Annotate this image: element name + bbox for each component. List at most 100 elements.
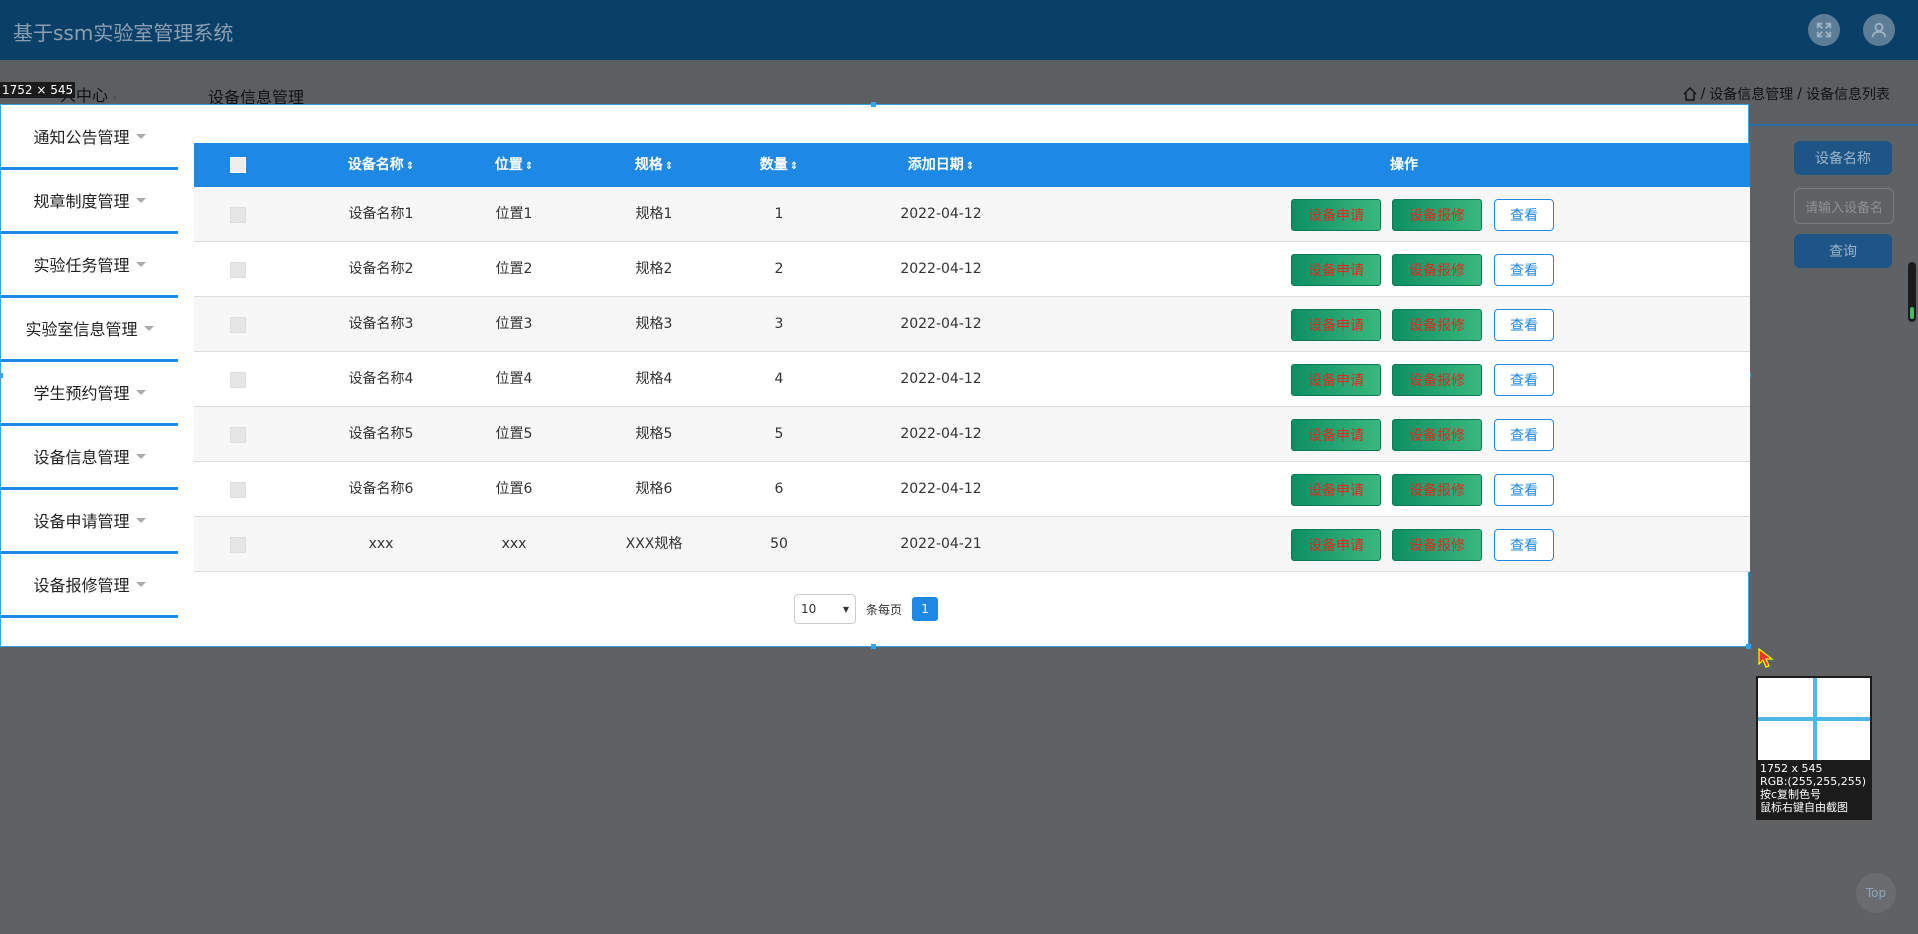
caret-down-icon — [135, 389, 146, 395]
app-title: 基于ssm实验室管理系统 — [13, 21, 234, 45]
row-checkbox[interactable] — [230, 372, 246, 388]
magnifier-view — [1758, 678, 1870, 760]
view-button[interactable]: 查看 — [1494, 529, 1554, 561]
resize-handle[interactable] — [871, 644, 876, 649]
repair-equipment-button[interactable]: 设备报修 — [1392, 364, 1482, 396]
home-icon[interactable] — [1683, 87, 1697, 101]
sort-icon: ⇕ — [664, 161, 674, 172]
table-row: 设备名称6 位置6 规格6 6 2022-04-12 设备申请 设备报修 查看 — [194, 462, 1750, 517]
back-to-top-button[interactable]: Top — [1856, 873, 1896, 913]
breadcrumb: / 设备信息管理 / 设备信息列表 — [1683, 84, 1890, 104]
cell-spec: XXX规格 — [625, 536, 683, 552]
repair-equipment-button[interactable]: 设备报修 — [1392, 419, 1482, 451]
col-header-location[interactable]: 位置 ⇕ — [484, 143, 544, 187]
breadcrumb-item-equipment[interactable]: 设备信息管理 — [1709, 84, 1793, 104]
apply-equipment-button[interactable]: 设备申请 — [1291, 199, 1381, 231]
cell-name: xxx — [368, 536, 394, 552]
apply-equipment-button[interactable]: 设备申请 — [1291, 529, 1381, 561]
view-button[interactable]: 查看 — [1494, 309, 1554, 341]
col-header-date[interactable]: 添加日期 ⇕ — [894, 143, 988, 187]
magnifier-tooltip: 1752 x 545 RGB:(255,255,255) 按c复制色号 鼠标右键… — [1756, 676, 1872, 820]
repair-equipment-button[interactable]: 设备报修 — [1392, 199, 1482, 231]
fullscreen-icon[interactable] — [1808, 14, 1840, 46]
table-row: 设备名称3 位置3 规格3 3 2022-04-12 设备申请 设备报修 查看 — [194, 297, 1750, 352]
cell-location: 位置1 — [495, 206, 533, 222]
cell-qty: 50 — [770, 536, 788, 552]
repair-equipment-button[interactable]: 设备报修 — [1392, 254, 1482, 286]
apply-equipment-button[interactable]: 设备申请 — [1291, 309, 1381, 341]
table-row: 设备名称5 位置5 规格5 5 2022-04-12 设备申请 设备报修 查看 — [194, 407, 1750, 462]
selected-panel: 通知公告管理 规章制度管理 实验任务管理 实验室信息管理 学生预约管理 设备信息… — [0, 102, 1751, 649]
apply-equipment-button[interactable]: 设备申请 — [1291, 474, 1381, 506]
name-filter-button[interactable]: 设备名称 — [1794, 141, 1892, 175]
cell-name: 设备名称6 — [348, 481, 414, 497]
search-input[interactable]: 请输入设备名 — [1794, 188, 1894, 224]
view-button[interactable]: 查看 — [1494, 199, 1554, 231]
cell-date: 2022-04-12 — [900, 371, 982, 387]
col-header-name[interactable]: 设备名称 ⇕ — [334, 143, 428, 187]
sidebar-item-apply[interactable]: 设备申请管理 — [1, 489, 178, 554]
row-checkbox[interactable] — [230, 427, 246, 443]
sidebar-item-lab-info[interactable]: 实验室信息管理 — [1, 297, 178, 362]
sidebar-item-reservation[interactable]: 学生预约管理 — [1, 361, 178, 426]
cell-location: 位置6 — [495, 481, 533, 497]
query-button[interactable]: 查询 — [1794, 234, 1892, 268]
cell-date: 2022-04-12 — [900, 261, 982, 277]
sidebar-item-equipment[interactable]: 设备信息管理 — [1, 425, 178, 490]
view-button[interactable]: 查看 — [1494, 254, 1554, 286]
row-checkbox[interactable] — [230, 317, 246, 333]
cell-location: xxx — [501, 536, 527, 552]
cell-spec: 规格5 — [635, 426, 673, 442]
row-checkbox[interactable] — [230, 537, 246, 553]
page-button-current[interactable]: 1 — [912, 597, 939, 621]
per-page-label: 条每页 — [866, 602, 903, 617]
row-checkbox[interactable] — [230, 482, 246, 498]
magnifier-rgb: RGB:(255,255,255) — [1760, 775, 1866, 788]
view-button[interactable]: 查看 — [1494, 419, 1554, 451]
apply-equipment-button[interactable]: 设备申请 — [1291, 364, 1381, 396]
select-all-checkbox[interactable] — [230, 157, 246, 173]
repair-equipment-button[interactable]: 设备报修 — [1392, 309, 1482, 341]
caret-down-icon — [135, 581, 146, 587]
caret-down-icon — [135, 133, 146, 139]
page-size-select[interactable]: 10 ▾ — [794, 594, 856, 624]
cell-location: 位置3 — [495, 316, 533, 332]
col-header-spec[interactable]: 规格 ⇕ — [624, 143, 684, 187]
cell-name: 设备名称3 — [348, 316, 414, 332]
apply-equipment-button[interactable]: 设备申请 — [1291, 419, 1381, 451]
magnifier-hint-copy: 按c复制色号 — [1760, 788, 1822, 801]
repair-equipment-button[interactable]: 设备报修 — [1392, 474, 1482, 506]
cell-name: 设备名称5 — [348, 426, 414, 442]
caret-down-icon — [135, 197, 146, 203]
magnifier-hint-capture: 鼠标右键自由截图 — [1760, 801, 1848, 814]
resize-handle[interactable] — [871, 102, 876, 107]
cell-location: 位置4 — [495, 371, 533, 387]
cell-date: 2022-04-12 — [900, 481, 982, 497]
dimension-overlay-label: 1752 × 545 — [0, 82, 76, 98]
view-button[interactable]: 查看 — [1494, 364, 1554, 396]
sidebar-item-repair[interactable]: 设备报修管理 — [1, 553, 178, 618]
table-row: 设备名称2 位置2 规格2 2 2022-04-12 设备申请 设备报修 查看 — [194, 242, 1750, 297]
scroll-indicator[interactable] — [1908, 262, 1916, 322]
sidebar-item-rules[interactable]: 规章制度管理 — [1, 169, 178, 234]
cell-qty: 6 — [774, 481, 784, 497]
cell-date: 2022-04-12 — [900, 206, 982, 222]
caret-down-icon — [135, 261, 146, 267]
row-checkbox[interactable] — [230, 262, 246, 278]
col-header-qty[interactable]: 数量 ⇕ — [749, 143, 809, 187]
repair-equipment-button[interactable]: 设备报修 — [1392, 529, 1482, 561]
row-checkbox[interactable] — [230, 207, 246, 223]
cell-qty: 5 — [774, 426, 784, 442]
user-icon[interactable] — [1863, 14, 1895, 46]
cell-name: 设备名称4 — [348, 371, 414, 387]
apply-equipment-button[interactable]: 设备申请 — [1291, 254, 1381, 286]
table-row: 设备名称1 位置1 规格1 1 2022-04-12 设备申请 设备报修 查看 — [194, 187, 1750, 242]
resize-handle[interactable] — [1746, 644, 1751, 649]
cell-location: 位置5 — [495, 426, 533, 442]
view-button[interactable]: 查看 — [1494, 474, 1554, 506]
sidebar-item-tasks[interactable]: 实验任务管理 — [1, 233, 178, 298]
mouse-cursor-icon — [1758, 648, 1774, 668]
sidebar-item-notice[interactable]: 通知公告管理 — [1, 105, 178, 170]
cell-qty: 3 — [774, 316, 784, 332]
col-header-actions: 操作 — [1390, 157, 1418, 173]
